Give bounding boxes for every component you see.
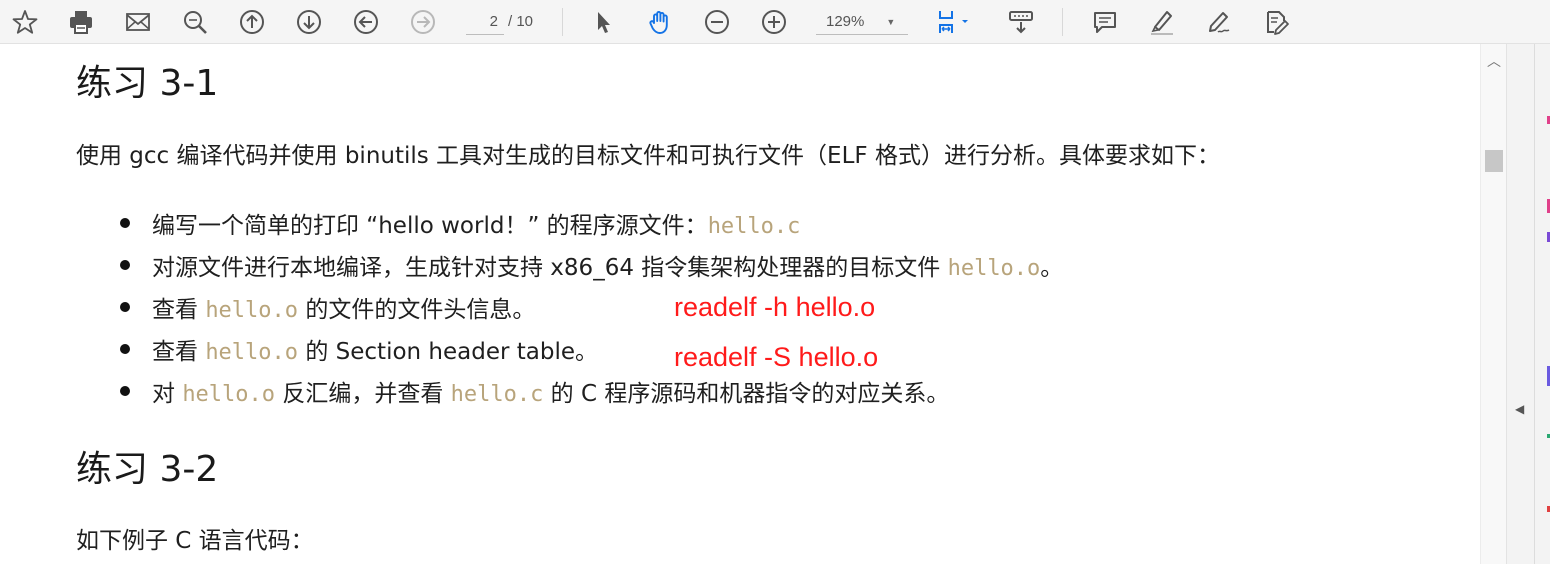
next-view-icon[interactable] [406, 5, 440, 39]
fit-page-icon[interactable] [930, 5, 976, 39]
comment-icon[interactable] [1088, 5, 1122, 39]
toolbar-divider [1062, 8, 1063, 36]
pane-divider [1534, 44, 1535, 564]
collapse-pane-icon[interactable]: ◀ [1515, 402, 1524, 416]
section-intro: 如下例子 C 语言代码： [76, 528, 314, 554]
page-up-icon[interactable] [235, 5, 269, 39]
page-number-input[interactable] [466, 9, 504, 35]
zoom-out-icon[interactable] [700, 5, 734, 39]
bullet-icon [120, 386, 130, 396]
inline-code: hello.o [947, 256, 1041, 281]
previous-view-icon[interactable] [349, 5, 383, 39]
scroll-up-icon[interactable]: ︿ [1486, 54, 1502, 70]
toolbar: / 10 129% ▼ [0, 0, 1550, 44]
chevron-down-icon: ▼ [886, 16, 896, 27]
annotation-readelf-h: readelf -h hello.o [674, 292, 876, 322]
bullet-icon [120, 218, 130, 228]
zoom-level-dropdown[interactable]: 129% ▼ [816, 9, 908, 35]
inline-code: hello.o [205, 298, 299, 323]
zoom-level-value: 129% [826, 13, 865, 30]
bullet-icon [120, 302, 130, 312]
inline-code: hello.o [205, 340, 299, 365]
section-title: 练习 3-2 [76, 449, 219, 490]
section-intro: 使用 gcc 编译代码并使用 binutils 工具对生成的目标文件和可执行文件… [76, 143, 1220, 169]
section-title: 练习 3-1 [76, 63, 219, 104]
bullet-icon [120, 260, 130, 270]
star-icon[interactable] [8, 5, 42, 39]
bullet-icon [120, 344, 130, 354]
zoom-search-icon[interactable] [178, 5, 212, 39]
fill-sign-icon[interactable] [1259, 5, 1293, 39]
toolbar-divider [562, 8, 563, 36]
print-icon[interactable] [64, 5, 98, 39]
highlight-icon[interactable] [1145, 5, 1179, 39]
select-cursor-icon[interactable] [586, 5, 620, 39]
page-down-icon[interactable] [292, 5, 326, 39]
email-icon[interactable] [121, 5, 155, 39]
document-page: 练习 3-1 使用 gcc 编译代码并使用 binutils 工具对生成的目标文… [0, 44, 1480, 564]
inline-code: hello.c [450, 382, 544, 407]
scroll-mode-icon[interactable] [1004, 5, 1038, 39]
inline-code: hello.c [707, 214, 801, 239]
scroll-thumb[interactable] [1485, 150, 1503, 172]
annotation-readelf-s: readelf -S hello.o [674, 342, 879, 372]
zoom-in-icon[interactable] [757, 5, 791, 39]
inline-code: hello.o [182, 382, 276, 407]
right-tools-pane: ◀ [1506, 44, 1550, 564]
hand-tool-icon[interactable] [643, 5, 677, 39]
vertical-scrollbar[interactable]: ︿ [1480, 44, 1506, 564]
sign-icon[interactable] [1202, 5, 1236, 39]
page-total: / 10 [508, 13, 534, 30]
